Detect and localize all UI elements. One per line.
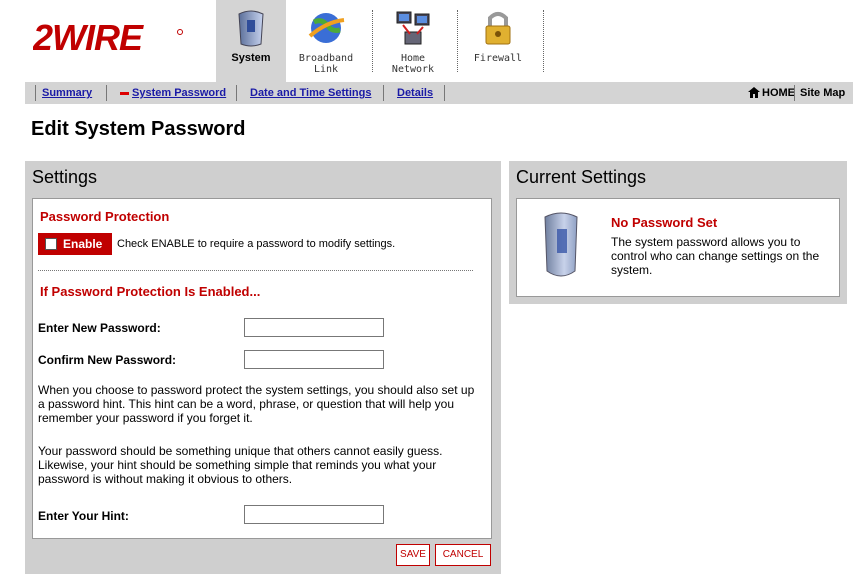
hint-label: Enter Your Hint:	[38, 509, 129, 523]
tab-firewall-label: Firewall	[473, 53, 523, 64]
current-settings-panel: Current Settings No Password Set The sys…	[509, 161, 847, 304]
hint-explanation-text: When you choose to password protect the …	[38, 383, 475, 425]
tab-home-network-label: Home Network	[391, 53, 435, 75]
subnav-divider	[35, 85, 36, 101]
confirm-password-label: Confirm New Password:	[38, 353, 177, 367]
confirm-password-input[interactable]	[244, 350, 384, 369]
subnav-system-password-link[interactable]: System Password	[132, 87, 226, 99]
page-title: Edit System Password	[31, 118, 246, 140]
gateway-device-icon	[544, 212, 578, 277]
tab-system[interactable]: System	[216, 0, 286, 82]
enable-label[interactable]: Enable	[63, 237, 102, 251]
enabled-section-title: If Password Protection Is Enabled...	[40, 284, 261, 299]
enable-checkbox[interactable]	[45, 238, 57, 250]
enable-checkbox-group[interactable]: Enable	[38, 233, 112, 255]
subnav-divider	[236, 85, 237, 101]
nav-divider	[543, 10, 544, 72]
subnav-divider	[444, 85, 445, 101]
section-divider	[38, 270, 473, 271]
subnav-bar: Summary System Password Date and Time Se…	[25, 82, 853, 104]
nav-divider	[457, 10, 458, 72]
tab-broadband-label: Broadband Link	[298, 53, 354, 75]
hint-input[interactable]	[244, 505, 384, 524]
status-description: The system password allows you to contro…	[611, 235, 820, 277]
current-settings-box: No Password Set The system password allo…	[516, 198, 840, 297]
firewall-lock-icon	[485, 12, 511, 45]
home-icon[interactable]	[748, 87, 760, 98]
svg-text:2WIRE: 2WIRE	[33, 20, 144, 54]
tab-broadband-link[interactable]: Broadband Link	[296, 0, 356, 82]
save-button[interactable]: SAVE	[396, 544, 430, 566]
subnav-details-link[interactable]: Details	[397, 87, 433, 99]
cancel-button[interactable]: CANCEL	[435, 544, 491, 566]
tab-home-network[interactable]: Home Network	[383, 0, 443, 82]
no-password-status: No Password Set	[611, 215, 718, 230]
enable-help-text: Check ENABLE to require a password to mo…	[117, 238, 396, 250]
site-map-link[interactable]: Site Map	[800, 87, 845, 99]
2wire-logo[interactable]: 2WIRE	[33, 20, 183, 54]
system-icon	[238, 10, 264, 47]
home-link[interactable]: HOME	[762, 87, 795, 99]
tab-firewall[interactable]: Firewall	[468, 0, 528, 82]
subnav-date-time-link[interactable]: Date and Time Settings	[250, 87, 371, 99]
active-marker	[120, 92, 129, 95]
nav-divider	[372, 10, 373, 72]
settings-panel-title: Settings	[32, 167, 98, 187]
new-password-input[interactable]	[244, 318, 384, 337]
subnav-summary-link[interactable]: Summary	[42, 87, 92, 99]
tab-system-label: System	[231, 52, 271, 64]
password-protection-title: Password Protection	[40, 209, 170, 224]
new-password-label: Enter New Password:	[38, 321, 161, 335]
home-network-icon	[396, 11, 430, 45]
settings-form: Password Protection Enable Check ENABLE …	[32, 198, 492, 539]
current-settings-title: Current Settings	[516, 167, 647, 187]
subnav-divider	[383, 85, 384, 101]
broadband-globe-icon	[308, 13, 345, 43]
subnav-divider	[794, 85, 795, 101]
settings-panel: Settings Password Protection Enable Chec…	[25, 161, 501, 574]
subnav-divider	[106, 85, 107, 101]
password-advice-text: Your password should be something unique…	[38, 444, 443, 486]
